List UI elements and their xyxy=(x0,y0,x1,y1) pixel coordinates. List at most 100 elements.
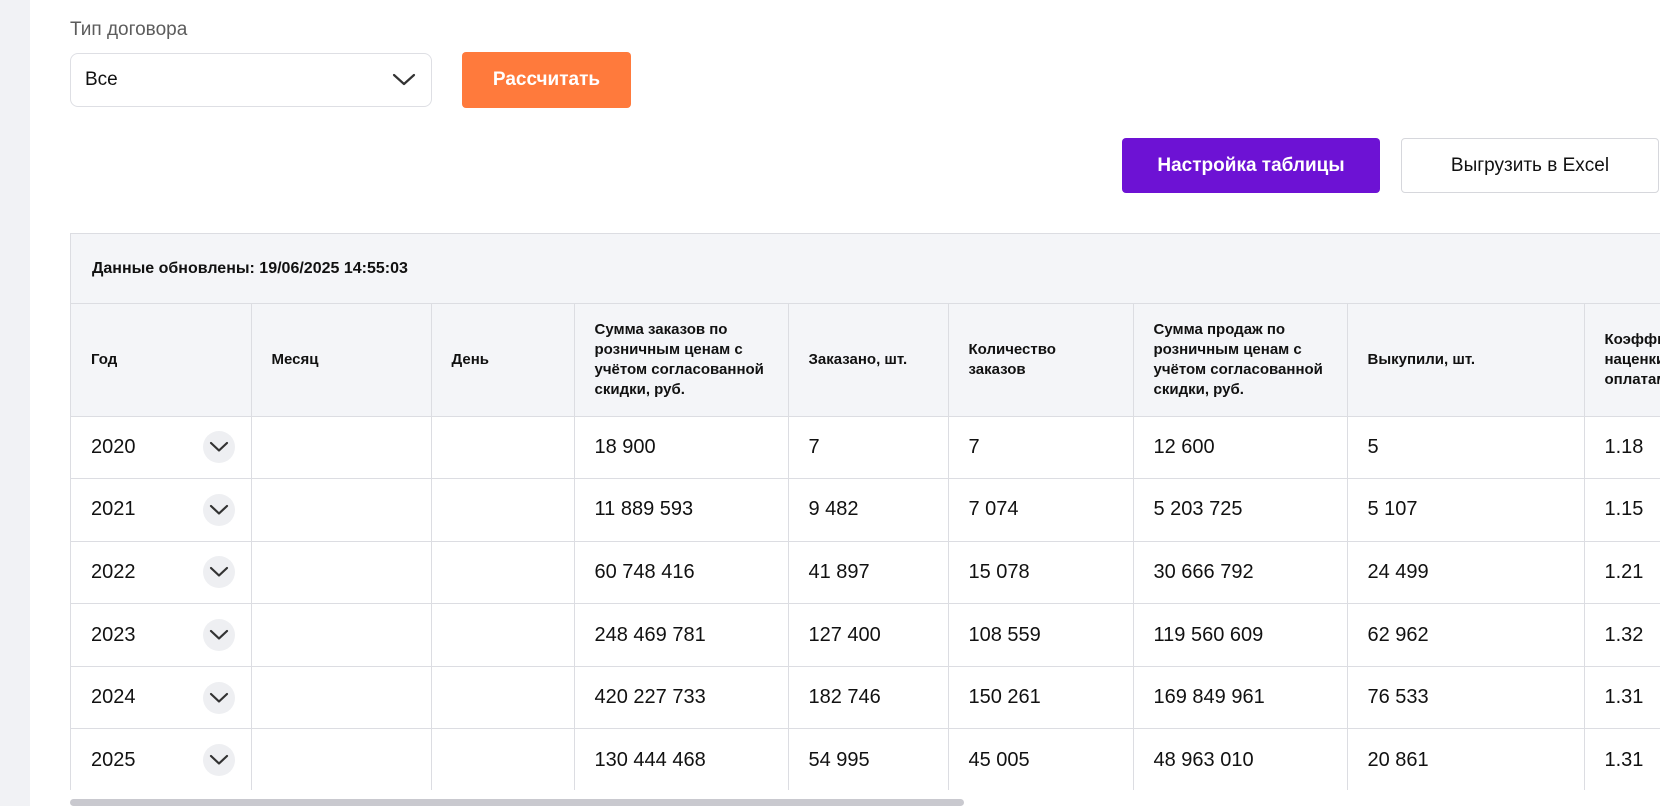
table-header-row: Год Месяц День Сумма заказов по розничны… xyxy=(71,304,1660,417)
month-cell xyxy=(251,728,432,790)
chevron-down-icon xyxy=(209,567,228,578)
expand-year-button[interactable] xyxy=(202,619,235,652)
table-cell: 7 xyxy=(948,416,1134,480)
column-header[interactable]: Сумма продаж по розничным ценам с учётом… xyxy=(1133,304,1348,417)
month-cell xyxy=(251,416,432,480)
export-excel-button[interactable]: Выгрузить в Excel xyxy=(1401,138,1659,193)
column-header[interactable]: Месяц xyxy=(251,304,432,417)
year-cell: 2023 xyxy=(71,603,252,667)
table-cell: 1.15 xyxy=(1584,478,1660,542)
chevron-down-icon xyxy=(209,692,228,703)
year-cell: 2021 xyxy=(71,478,252,542)
expand-year-button[interactable] xyxy=(202,744,235,777)
table-cell: 5 203 725 xyxy=(1133,478,1348,542)
column-header[interactable]: Коэффициент наценки продаж оплатам xyxy=(1584,304,1660,417)
column-header[interactable]: Выкупили, шт. xyxy=(1347,304,1585,417)
chevron-down-icon xyxy=(209,629,228,640)
table-cell: 130 444 468 xyxy=(574,728,789,790)
left-sidebar-rail xyxy=(0,0,30,806)
table-row: 2024 420 227 733 182 746 150 261 169 849 961… xyxy=(71,666,1660,730)
table-cell: 20 861 xyxy=(1347,728,1585,790)
table-cell: 119 560 609 xyxy=(1133,603,1348,667)
chevron-down-icon xyxy=(209,755,228,765)
column-header[interactable]: Заказано, шт. xyxy=(788,304,949,417)
table-cell: 24 499 xyxy=(1347,541,1585,605)
month-cell xyxy=(251,541,432,605)
contract-type-value: Все xyxy=(85,69,118,90)
day-cell xyxy=(431,416,575,480)
column-header[interactable]: День xyxy=(431,304,575,417)
table-cell: 1.31 xyxy=(1584,728,1660,790)
table-cell: 248 469 781 xyxy=(574,603,789,667)
expand-year-button[interactable] xyxy=(202,681,235,714)
year-value: 2023 xyxy=(91,623,136,646)
year-cell: 2020 xyxy=(71,416,252,480)
table-cell: 1.31 xyxy=(1584,666,1660,730)
day-cell xyxy=(431,541,575,605)
chevron-down-icon xyxy=(391,67,417,93)
table-cell: 11 889 593 xyxy=(574,478,789,542)
table-cell: 127 400 xyxy=(788,603,949,667)
table-cell: 182 746 xyxy=(788,666,949,730)
year-value: 2024 xyxy=(91,686,136,709)
table-cell: 169 849 961 xyxy=(1133,666,1348,730)
day-cell xyxy=(431,478,575,542)
day-cell xyxy=(431,666,575,730)
column-header[interactable]: Год xyxy=(71,304,252,417)
table-cell: 150 261 xyxy=(948,666,1134,730)
column-header[interactable]: Количество заказов xyxy=(948,304,1134,417)
year-cell: 2024 xyxy=(71,666,252,730)
table-cell: 76 533 xyxy=(1347,666,1585,730)
year-value: 2022 xyxy=(91,560,136,583)
table-cell: 420 227 733 xyxy=(574,666,789,730)
table-cell: 60 748 416 xyxy=(574,541,789,605)
year-value: 2020 xyxy=(91,435,136,458)
year-cell: 2025 xyxy=(71,728,252,790)
day-cell xyxy=(431,728,575,790)
table-cell: 54 995 xyxy=(788,728,949,790)
month-cell xyxy=(251,478,432,542)
table-cell: 48 963 010 xyxy=(1133,728,1348,790)
table-cell: 9 482 xyxy=(788,478,949,542)
table-cell: 7 074 xyxy=(948,478,1134,542)
year-value: 2025 xyxy=(91,748,136,771)
table-row: 2020 18 900 7 7 12 600 5 1.18 xyxy=(71,416,1660,480)
table-cell: 108 559 xyxy=(948,603,1134,667)
report-table-container: Данные обновлены: 19/06/2025 14:55:03 Го… xyxy=(70,233,1660,790)
report-table: Год Месяц День Сумма заказов по розничны… xyxy=(71,304,1660,790)
table-cell: 30 666 792 xyxy=(1133,541,1348,605)
table-cell: 1.18 xyxy=(1584,416,1660,480)
expand-year-button[interactable] xyxy=(202,493,235,526)
table-cell: 12 600 xyxy=(1133,416,1348,480)
day-cell xyxy=(431,603,575,667)
calculate-button[interactable]: Рассчитать xyxy=(462,52,631,108)
table-cell: 18 900 xyxy=(574,416,789,480)
table-cell: 1.32 xyxy=(1584,603,1660,667)
horizontal-scrollbar[interactable] xyxy=(70,799,964,806)
table-cell: 41 897 xyxy=(788,541,949,605)
data-updated-banner: Данные обновлены: 19/06/2025 14:55:03 xyxy=(71,234,1660,304)
expand-year-button[interactable] xyxy=(202,431,235,464)
table-settings-button[interactable]: Настройка таблицы xyxy=(1122,138,1380,193)
table-cell: 5 107 xyxy=(1347,478,1585,542)
table-cell: 62 962 xyxy=(1347,603,1585,667)
table-cell: 15 078 xyxy=(948,541,1134,605)
table-cell: 5 xyxy=(1347,416,1585,480)
chevron-down-icon xyxy=(209,504,228,515)
year-value: 2021 xyxy=(91,498,136,521)
chevron-down-icon xyxy=(209,442,228,452)
table-row: 2022 60 748 416 41 897 15 078 30 666 792 24 4… xyxy=(71,541,1660,605)
month-cell xyxy=(251,603,432,667)
contract-type-select[interactable]: Все xyxy=(70,53,432,107)
table-row: 2021 11 889 593 9 482 7 074 5 203 725 5 107 1.… xyxy=(71,478,1660,542)
contract-type-label: Тип договора xyxy=(70,19,188,40)
table-cell: 45 005 xyxy=(948,728,1134,790)
table-cell: 1.21 xyxy=(1584,541,1660,605)
column-header[interactable]: Сумма заказов по розничным ценам с учёто… xyxy=(574,304,789,417)
year-cell: 2022 xyxy=(71,541,252,605)
table-cell: 7 xyxy=(788,416,949,480)
table-row: 2023 248 469 781 127 400 108 559 119 560 609… xyxy=(71,603,1660,667)
month-cell xyxy=(251,666,432,730)
table-row: 2025 130 444 468 54 995 45 005 48 963 010 20 … xyxy=(71,728,1660,790)
expand-year-button[interactable] xyxy=(202,556,235,589)
